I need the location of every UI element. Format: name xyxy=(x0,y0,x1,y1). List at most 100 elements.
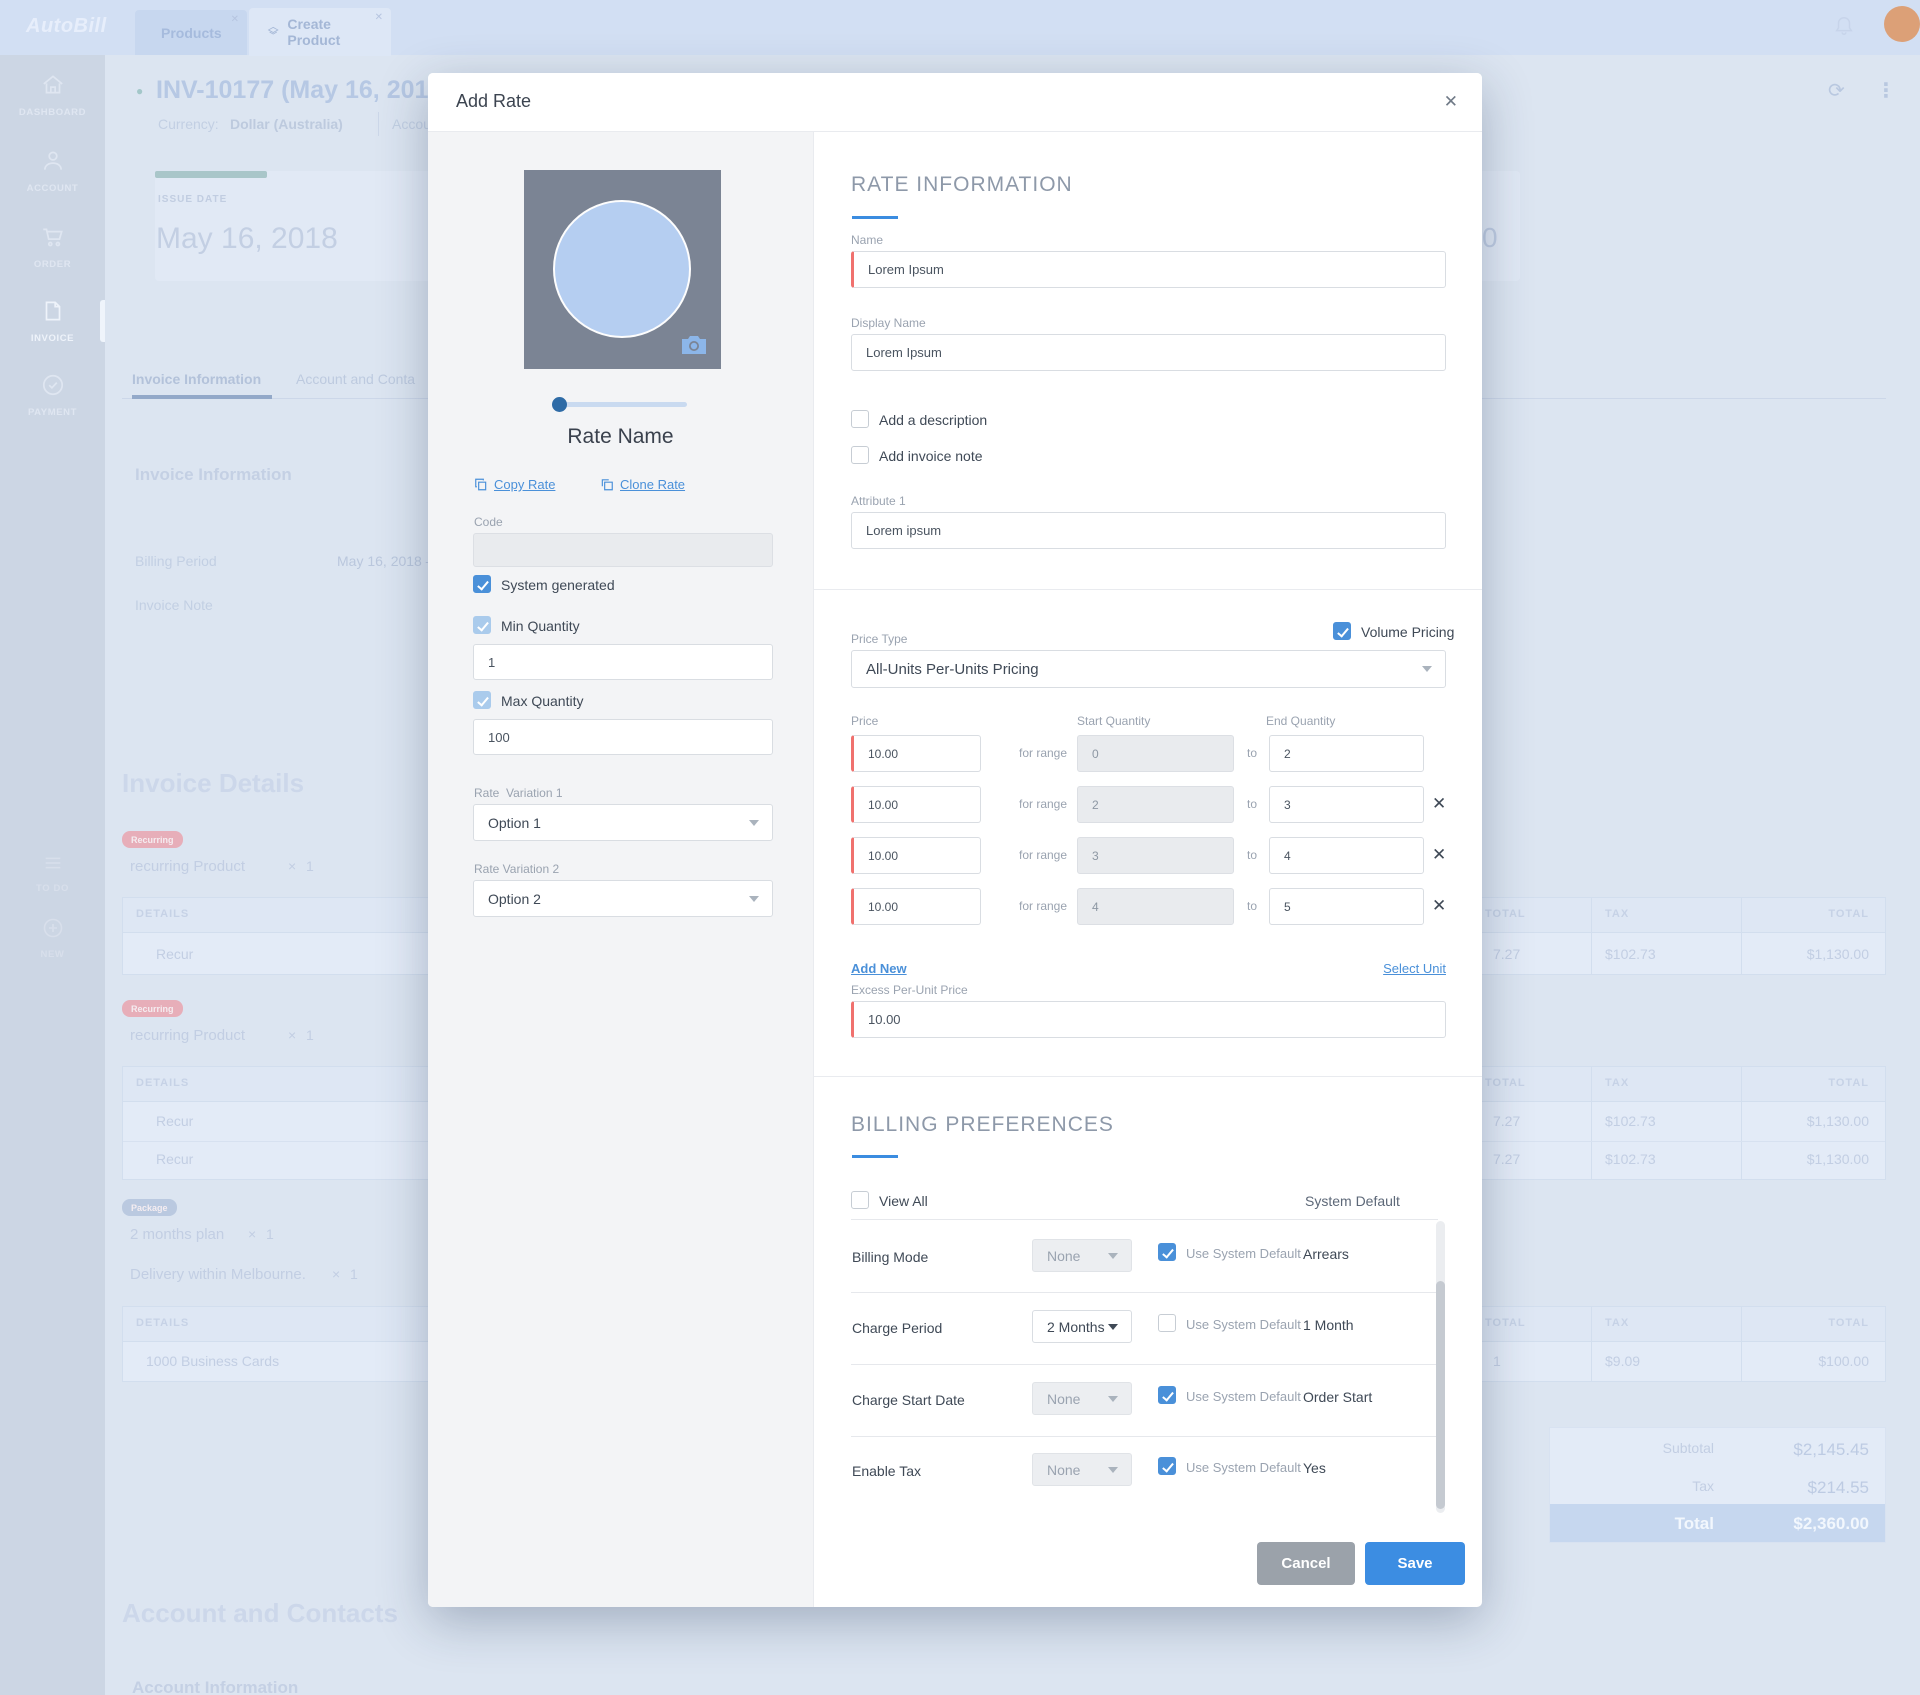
chevron-down-icon xyxy=(749,895,759,902)
cell-name: Recur xyxy=(156,946,194,962)
remove-row-icon[interactable]: ✕ xyxy=(1432,896,1446,916)
start-quantity-input: 2 xyxy=(1077,786,1234,823)
price-input[interactable]: 10.00 xyxy=(851,786,981,823)
save-button[interactable]: Save xyxy=(1365,1542,1465,1585)
cell-total: $1,130.00 xyxy=(1806,1151,1869,1167)
remove-row-icon[interactable]: ✕ xyxy=(1432,794,1446,814)
price-input[interactable]: 10.00 xyxy=(851,735,981,772)
tab-close-icon: ✕ xyxy=(374,12,383,23)
column-divider xyxy=(1741,1307,1742,1381)
copy-icon xyxy=(475,478,487,491)
volume-pricing-checkbox[interactable] xyxy=(1333,622,1351,640)
total-value: $2,360.00 xyxy=(1793,1514,1869,1533)
currency-value: Dollar (Australia) xyxy=(230,116,343,132)
issue-date-label: ISSUE DATE xyxy=(158,194,228,205)
billing-period-label: Billing Period xyxy=(135,553,217,569)
use-system-default-checkbox[interactable] xyxy=(1158,1243,1176,1261)
times: × xyxy=(288,1027,297,1043)
max-quantity-input[interactable]: 100 xyxy=(473,719,773,755)
copy-rate-link[interactable]: Copy Rate xyxy=(494,477,555,492)
attribute-1-label: Attribute 1 xyxy=(851,494,906,508)
end-quantity-input[interactable]: 5 xyxy=(1269,888,1424,925)
rate-information-heading: RATE INFORMATION xyxy=(851,173,1073,196)
invoice-information-heading: Invoice Information xyxy=(135,465,292,484)
max-quantity-checkbox[interactable] xyxy=(473,691,491,709)
currency-label: Currency: xyxy=(158,116,219,132)
section-divider xyxy=(814,589,1482,590)
rate-variation-1-value: Option 1 xyxy=(488,814,541,831)
chevron-down-icon xyxy=(1422,666,1432,672)
scrollbar-thumb[interactable] xyxy=(1436,1281,1445,1509)
name-input[interactable]: Lorem Ipsum xyxy=(851,251,1446,288)
chevron-down-icon xyxy=(1108,1395,1118,1402)
display-name-label: Display Name xyxy=(851,316,926,330)
rate-variation-1-select[interactable]: Option 1 xyxy=(473,804,773,841)
end-quantity-input[interactable]: 2 xyxy=(1269,735,1424,772)
sidebar-label: DASHBOARD xyxy=(18,107,87,118)
start-quantity-input: 0 xyxy=(1077,735,1234,772)
use-system-default-checkbox[interactable] xyxy=(1158,1457,1176,1475)
add-invoice-note-checkbox[interactable] xyxy=(851,446,869,464)
plus-circle-icon xyxy=(43,918,62,938)
attribute-1-input[interactable]: Lorem ipsum xyxy=(851,512,1446,549)
charge-period-select[interactable]: 2 Months xyxy=(1032,1310,1132,1343)
add-rate-modal: Add Rate ✕ Rate Name Copy Rate Clone Rat… xyxy=(428,73,1482,1607)
excess-per-unit-price-input[interactable]: 10.00 xyxy=(851,1001,1446,1038)
rate-variation-2-select[interactable]: Option 2 xyxy=(473,880,773,917)
add-description-checkbox[interactable] xyxy=(851,410,869,428)
image-zoom-slider[interactable] xyxy=(558,402,687,407)
slider-handle[interactable] xyxy=(552,397,567,412)
volume-pricing-label: Volume Pricing xyxy=(1361,624,1455,640)
status-bullet-icon: ● xyxy=(136,84,144,98)
price-input[interactable]: 10.00 xyxy=(851,837,981,874)
block-badge: Package xyxy=(122,1199,177,1216)
heading-accent-bar xyxy=(852,1155,898,1158)
menu-icon xyxy=(45,857,60,869)
for-range-label: for range xyxy=(1019,848,1068,862)
modal-header xyxy=(428,73,1482,132)
clone-rate-link[interactable]: Clone Rate xyxy=(620,477,685,492)
close-icon[interactable]: ✕ xyxy=(1444,92,1458,112)
add-description-label: Add a description xyxy=(879,412,988,428)
cancel-button[interactable]: Cancel xyxy=(1257,1542,1355,1585)
system-default-value: Order Start xyxy=(1303,1389,1373,1405)
system-default-value: 1 Month xyxy=(1303,1317,1354,1333)
rate-image-placeholder[interactable] xyxy=(524,170,721,369)
cell-name: Recur xyxy=(156,1151,194,1167)
enable-tax-label: Enable Tax xyxy=(852,1463,922,1479)
subtotal-label: Subtotal xyxy=(1662,1440,1714,1456)
cell-total: $1,130.00 xyxy=(1806,946,1869,962)
block-badge: Recurring xyxy=(122,1000,183,1017)
sidebar-item-invoice: INVOICE xyxy=(0,298,105,344)
end-quantity-input[interactable]: 4 xyxy=(1269,837,1424,874)
price-type-select[interactable]: All-Units Per-Units Pricing xyxy=(851,650,1446,688)
col-tax: TAX xyxy=(1605,1317,1630,1329)
content-tab-account: Account and Conta xyxy=(296,371,416,387)
min-quantity-label: Min Quantity xyxy=(501,618,580,634)
system-generated-checkbox[interactable] xyxy=(473,575,491,593)
col-subtotal: TOTAL xyxy=(1485,1077,1526,1089)
price-input[interactable]: 10.00 xyxy=(851,888,981,925)
modal-title: Add Rate xyxy=(456,91,532,111)
to-label: to xyxy=(1247,746,1258,760)
card-accent-bar xyxy=(155,171,267,178)
use-system-default-checkbox[interactable] xyxy=(1158,1386,1176,1404)
tax-value: $214.55 xyxy=(1807,1478,1869,1497)
remove-row-icon[interactable]: ✕ xyxy=(1432,845,1446,865)
camera-icon[interactable] xyxy=(679,333,709,357)
view-all-checkbox[interactable] xyxy=(851,1191,869,1209)
select-unit-link[interactable]: Select Unit xyxy=(1383,961,1446,976)
row-divider xyxy=(851,1292,1438,1293)
min-quantity-checkbox[interactable] xyxy=(473,616,491,634)
block-title: recurring Product xyxy=(130,1027,246,1044)
times: × xyxy=(332,1266,341,1282)
display-name-input[interactable]: Lorem Ipsum xyxy=(851,334,1446,371)
rate-name-title: Rate Name xyxy=(567,425,674,448)
min-quantity-input[interactable]: 1 xyxy=(473,644,773,680)
add-new-link[interactable]: Add New xyxy=(851,961,907,976)
use-system-default-checkbox[interactable] xyxy=(1158,1314,1176,1332)
block-title: 2 months plan xyxy=(130,1226,225,1243)
end-quantity-input[interactable]: 3 xyxy=(1269,786,1424,823)
column-divider xyxy=(1591,1067,1592,1179)
column-divider xyxy=(1741,898,1742,974)
